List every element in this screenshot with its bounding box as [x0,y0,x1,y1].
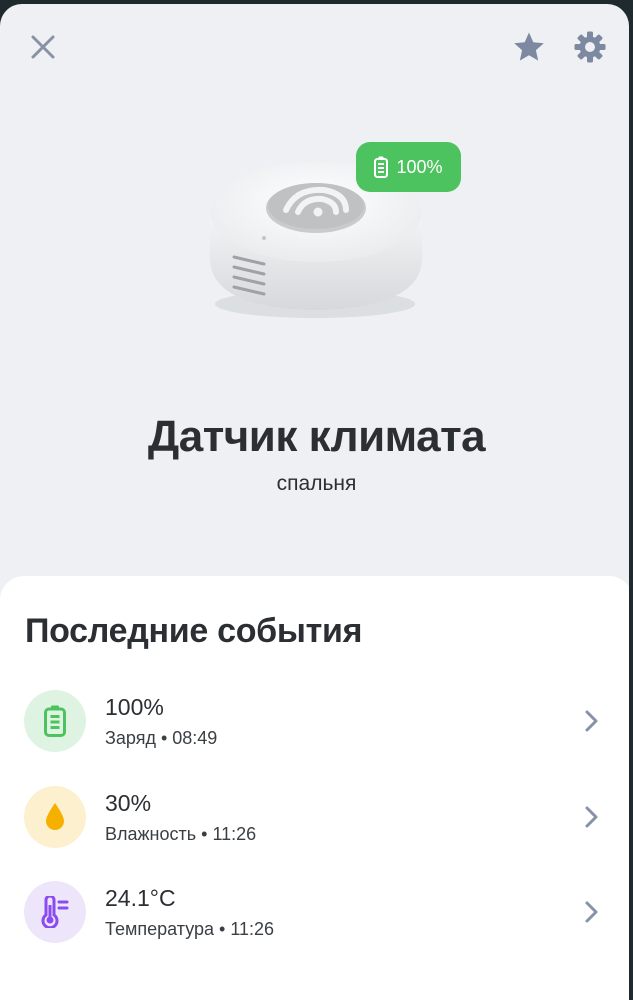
battery-icon [374,156,389,178]
gear-icon [574,31,606,63]
battery-badge: 100% [356,142,461,192]
chevron-right-icon [585,710,598,732]
event-icon-circle [24,690,86,752]
device-card-sheet: 100% Датчик климата спальня Последние со… [0,4,629,1000]
top-bar [0,4,629,94]
recent-events-panel: Последние события 100% Заряд • 08:49 30%… [0,576,629,1000]
event-icon-circle [24,786,86,848]
battery-icon [44,705,66,737]
water-drop-icon [46,803,64,830]
favorite-button[interactable] [507,25,551,69]
close-icon [31,35,55,59]
event-meta: Температура • 11:26 [105,919,275,939]
battery-badge-label: 100% [396,156,443,177]
chevron-right-icon [585,806,598,828]
event-value: 30% [105,790,152,816]
event-icon-circle [24,881,86,943]
thermometer-icon [41,896,69,928]
event-value: 100% [105,694,164,720]
event-value: 24.1°C [105,885,176,911]
device-room: спальня [276,472,357,495]
chevron-right-icon [585,901,598,923]
event-row-temperature[interactable]: 24.1°C Температура • 11:26 [0,871,629,951]
close-button[interactable] [21,25,65,69]
event-row-battery[interactable]: 100% Заряд • 08:49 [0,680,629,760]
star-icon [514,32,544,61]
settings-button[interactable] [568,25,612,69]
event-meta: Влажность • 11:26 [105,824,257,844]
event-meta: Заряд • 08:49 [105,728,218,748]
event-row-humidity[interactable]: 30% Влажность • 11:26 [0,776,629,856]
device-title: Датчик климата [147,412,486,461]
recent-events-title: Последние события [25,612,363,650]
